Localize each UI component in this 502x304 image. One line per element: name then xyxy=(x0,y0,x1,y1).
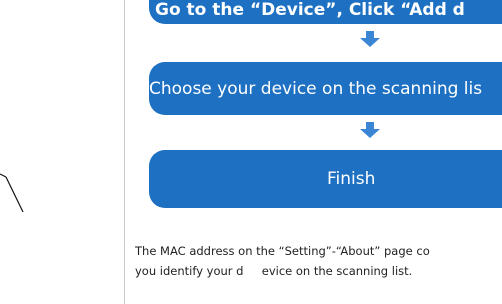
note-line-2: you identify your d evice on the scannin… xyxy=(135,264,413,278)
step-choose-device-label: Choose your device on the scanning lis xyxy=(149,78,483,99)
step-choose-device: Choose your device on the scanning lis xyxy=(149,62,502,115)
manual-page: Go to the “Device”, Click “Add d Choose … xyxy=(0,0,502,304)
down-arrow-icon xyxy=(360,122,380,138)
step-finish: Finish xyxy=(149,150,502,208)
illustration-line-fragment xyxy=(0,173,24,213)
note-line-1: The MAC address on the “Setting”-“About”… xyxy=(135,244,430,258)
step-add-device-label: Go to the “Device”, Click “Add d xyxy=(155,0,465,20)
mac-address-note: The MAC address on the “Setting”-“About”… xyxy=(135,241,502,281)
down-arrow-icon xyxy=(360,31,380,47)
column-divider xyxy=(124,0,125,304)
step-add-device: Go to the “Device”, Click “Add d xyxy=(149,0,502,24)
step-finish-label: Finish xyxy=(327,169,376,189)
